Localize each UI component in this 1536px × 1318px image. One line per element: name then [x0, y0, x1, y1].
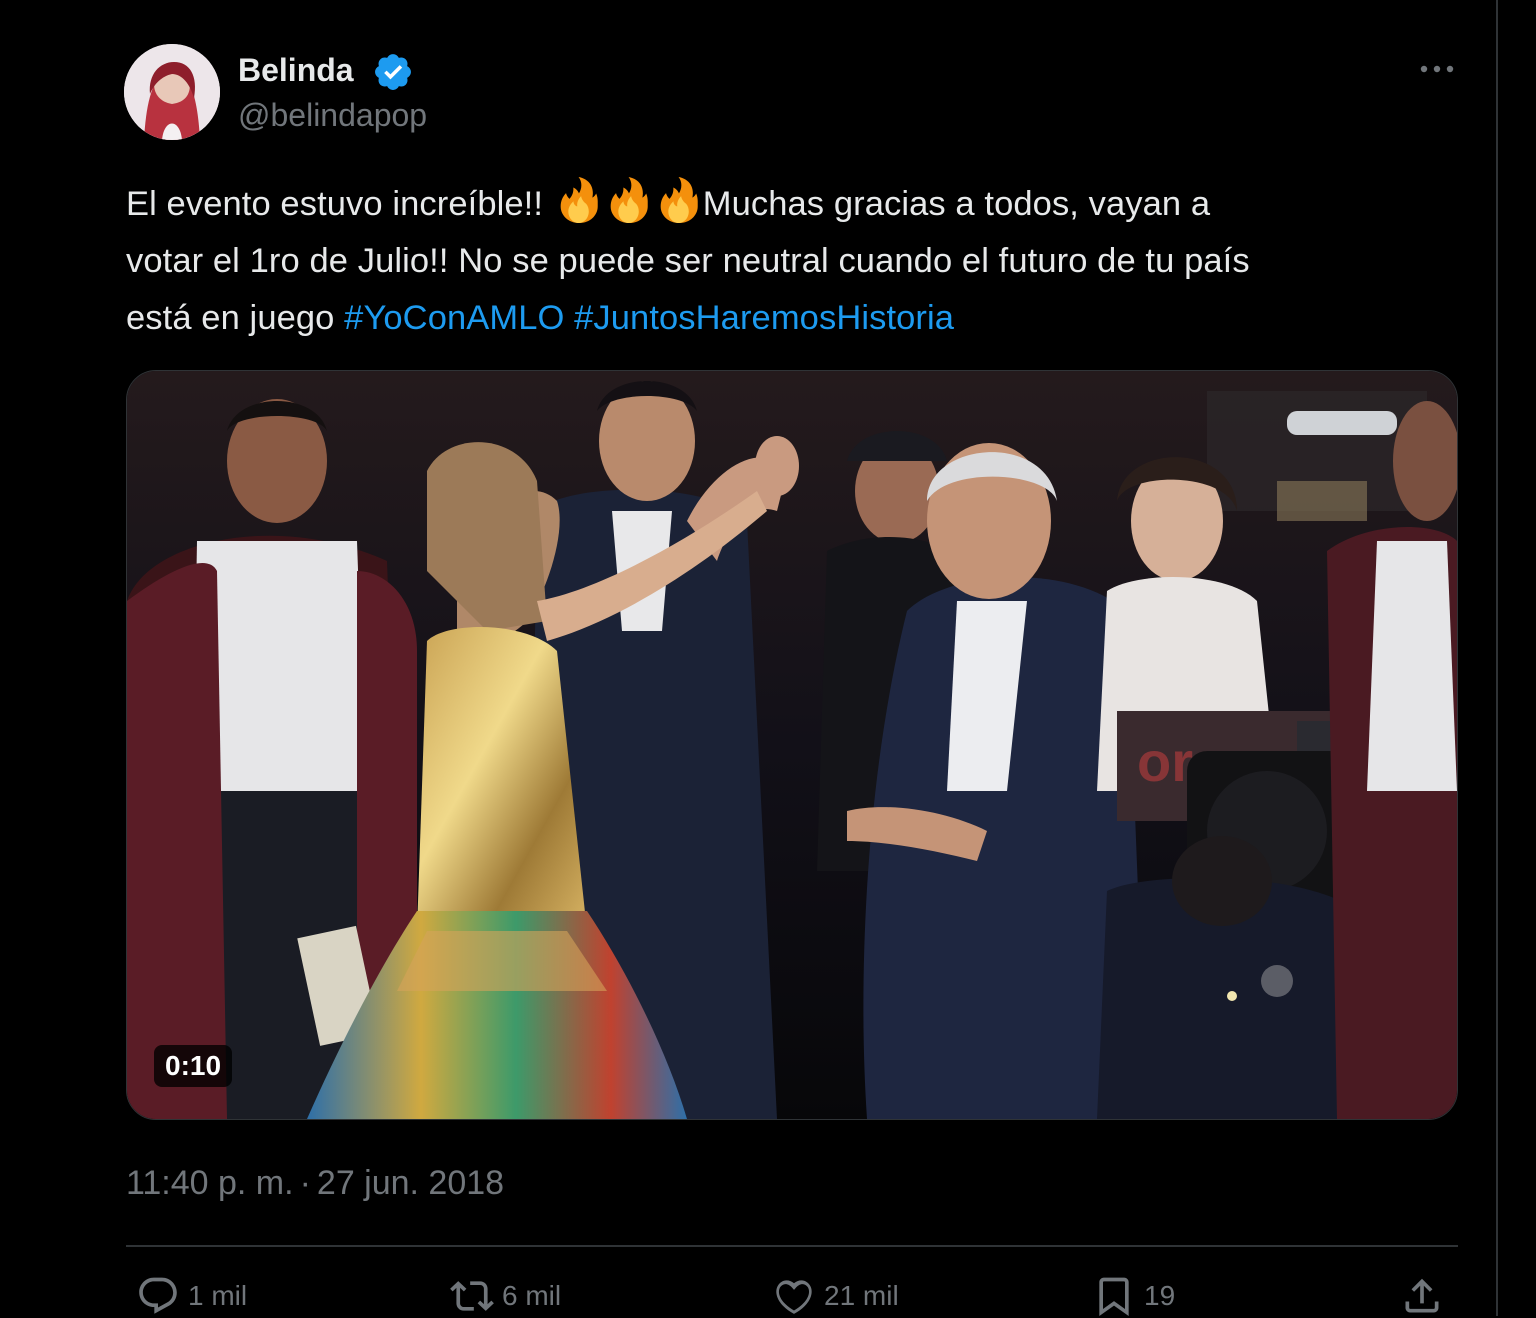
tweet-text-line-3: está en juego #YoConAMLO #JuntosHaremosH…: [126, 290, 1466, 347]
tweet-text-segment: El evento estuvo increíble!!: [126, 185, 544, 223]
tweet-time: 11:40 p. m.: [126, 1164, 294, 1202]
tweet-text: El evento estuvo increíble!! Muchas grac…: [126, 176, 1466, 347]
tweet-date: 27 jun. 2018: [316, 1164, 505, 1202]
heart-icon: [776, 1280, 812, 1314]
avatar[interactable]: [124, 44, 220, 140]
timestamp-separator: ·: [299, 1164, 311, 1202]
bookmark-icon: [1099, 1277, 1129, 1317]
verified-badge-icon: [375, 54, 411, 90]
tweet-timestamp[interactable]: 11:40 p. m. · 27 jun. 2018: [126, 1164, 504, 1203]
hashtag-link[interactable]: #YoConAMLO: [344, 299, 564, 337]
tweet-video[interactable]: ore: [126, 370, 1458, 1120]
bookmark-button[interactable]: 19: [1092, 1274, 1175, 1318]
like-count: 21 mil: [824, 1280, 899, 1311]
reply-icon: [139, 1277, 177, 1314]
timeline-border: [1496, 0, 1498, 1316]
tweet-text-line-2: votar el 1ro de Julio!! No se puede ser …: [126, 242, 1250, 280]
bookmark-count: 19: [1144, 1280, 1176, 1311]
fire-emoji-icon: [560, 177, 598, 223]
hashtag-link[interactable]: #JuntosHaremosHistoria: [574, 299, 954, 337]
avatar-image: [124, 44, 220, 140]
video-duration-badge: 0:10: [154, 1045, 233, 1087]
divider: [126, 1245, 1458, 1247]
share-icon: [1405, 1278, 1439, 1313]
more-options-icon[interactable]: [1414, 52, 1460, 86]
repost-button[interactable]: 6 mil: [450, 1274, 561, 1318]
share-button[interactable]: [1400, 1274, 1452, 1318]
video-thumbnail: ore: [127, 371, 1457, 1119]
like-button[interactable]: 21 mil: [772, 1274, 899, 1318]
fire-emoji-icon: [660, 177, 698, 223]
repost-count: 6 mil: [502, 1280, 562, 1311]
fire-emoji-icon: [610, 177, 648, 223]
author-display-name[interactable]: Belinda: [238, 52, 354, 89]
author-handle[interactable]: @belindapop: [238, 97, 427, 134]
tweet-text-line-1: El evento estuvo increíble!! Muchas grac…: [126, 176, 1466, 233]
reply-button[interactable]: 1 mil: [136, 1274, 247, 1318]
tweet-text-segment: Muchas gracias a todos, vayan a: [702, 185, 1211, 223]
tweet-text-segment: está en juego: [126, 299, 335, 337]
reply-count: 1 mil: [188, 1280, 248, 1311]
repost-icon: [450, 1281, 494, 1311]
